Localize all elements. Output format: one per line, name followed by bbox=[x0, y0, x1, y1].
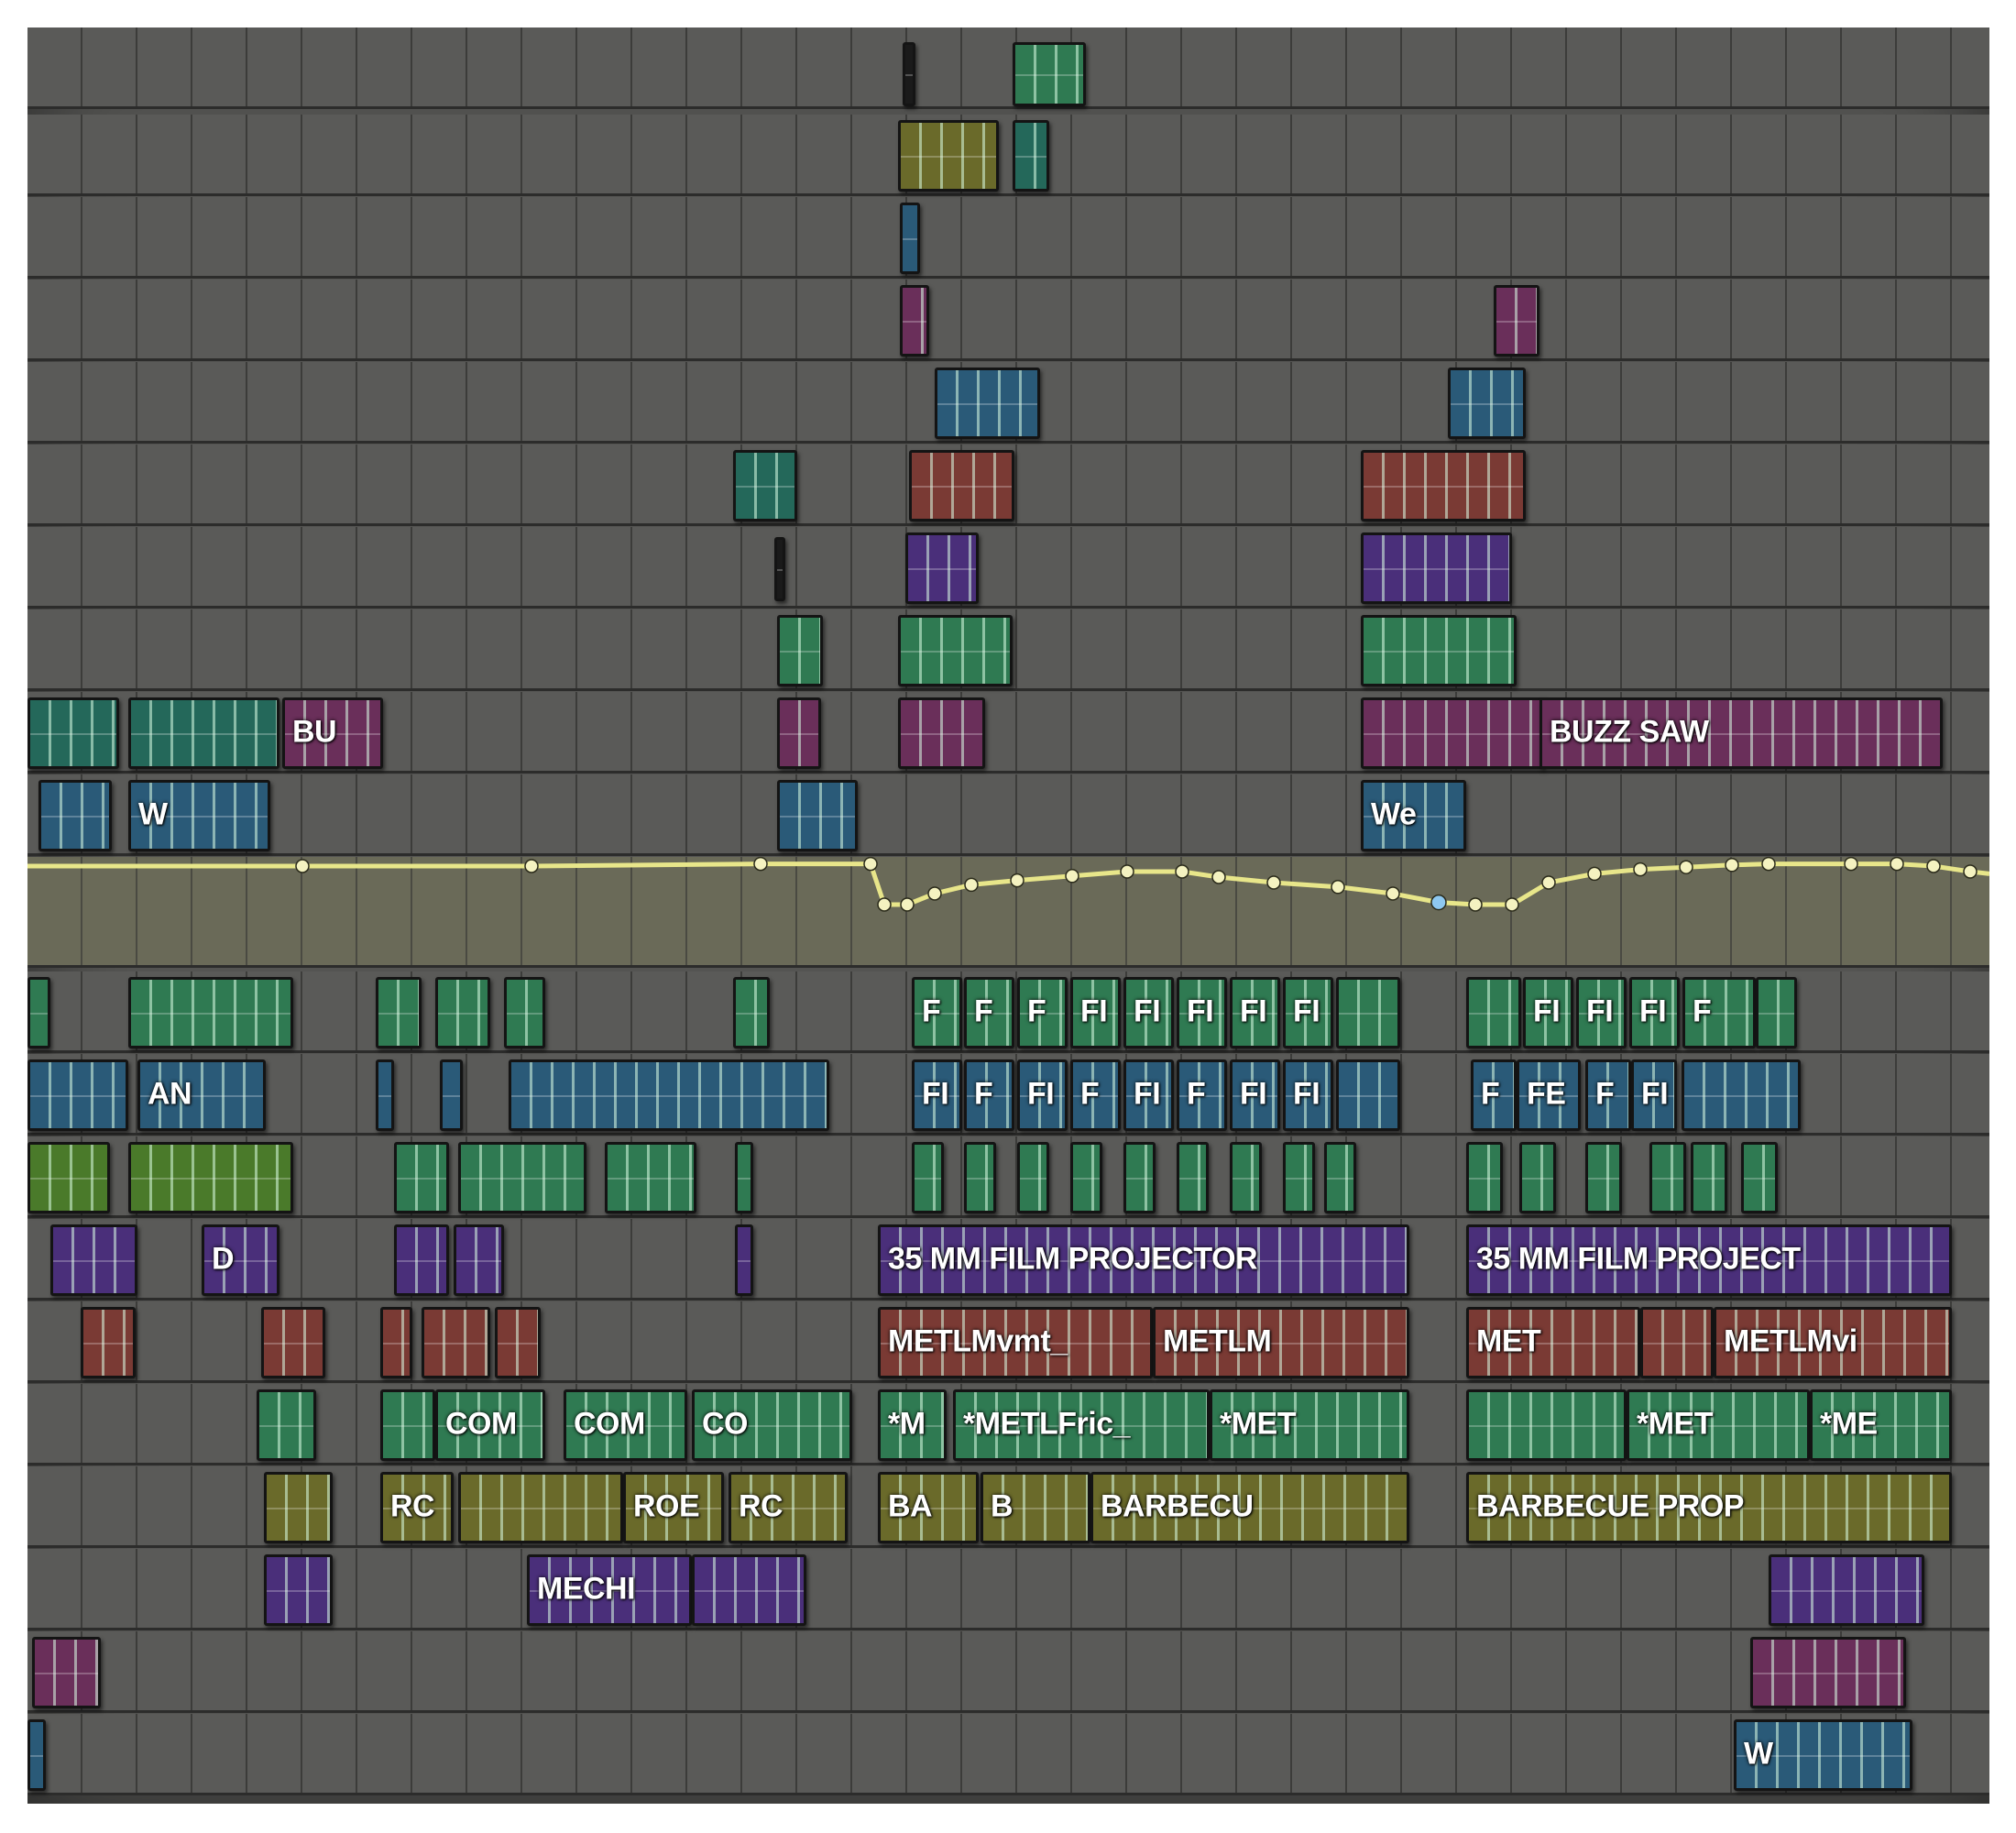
automation-point[interactable] bbox=[524, 859, 539, 873]
automation-point[interactable] bbox=[1725, 858, 1739, 873]
automation-point[interactable] bbox=[1633, 862, 1648, 877]
automation-point[interactable] bbox=[1587, 866, 1602, 882]
automation-point[interactable] bbox=[1541, 875, 1556, 890]
automation-point[interactable] bbox=[1010, 873, 1024, 888]
automation-point[interactable] bbox=[1266, 875, 1281, 890]
automation-point[interactable] bbox=[927, 886, 942, 901]
automation-point[interactable] bbox=[1468, 897, 1483, 912]
automation-point[interactable] bbox=[1430, 894, 1447, 911]
automation-point[interactable] bbox=[1844, 856, 1858, 872]
timeline-editor[interactable]: BU BUZZ SAW W We F F F FI FI FI FI FI FI FI FI F AN FI F FI… bbox=[27, 27, 1989, 1804]
automation-line[interactable] bbox=[27, 862, 1989, 907]
automation-point[interactable] bbox=[1505, 897, 1519, 912]
automation-point[interactable] bbox=[1211, 870, 1226, 884]
automation-point[interactable] bbox=[964, 877, 979, 893]
automation-point[interactable] bbox=[1679, 860, 1693, 874]
automation-point[interactable] bbox=[1065, 869, 1079, 884]
automation-point[interactable] bbox=[1331, 880, 1345, 895]
automation-point[interactable] bbox=[863, 856, 878, 872]
automation-point[interactable] bbox=[877, 897, 892, 912]
automation-point[interactable] bbox=[295, 859, 310, 873]
automation-point[interactable] bbox=[753, 856, 768, 872]
automation-point[interactable] bbox=[1963, 864, 1978, 879]
automation-point[interactable] bbox=[1120, 864, 1134, 879]
automation-point[interactable] bbox=[1386, 886, 1400, 901]
automation-point[interactable] bbox=[1890, 856, 1904, 872]
automation-point[interactable] bbox=[900, 897, 915, 912]
automation-curve[interactable] bbox=[27, 27, 1989, 1804]
automation-point[interactable] bbox=[1926, 859, 1941, 873]
automation-point[interactable] bbox=[1175, 864, 1189, 879]
automation-point[interactable] bbox=[1761, 856, 1776, 872]
